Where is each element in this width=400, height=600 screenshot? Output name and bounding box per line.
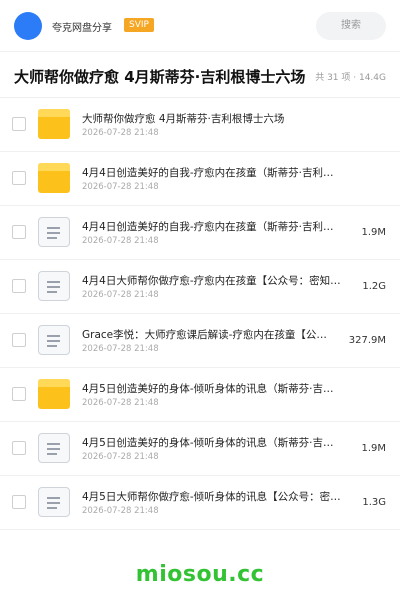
folder-icon xyxy=(38,379,70,409)
select-checkbox[interactable] xyxy=(12,171,26,185)
file-name[interactable]: Grace李悦：大师疗愈课后解读-疗愈内在孩童【公… xyxy=(82,327,350,342)
list-item[interactable]: 4月4日大师帮你做疗愈-疗愈内在孩童【公众号：密知… 2026-07-28 21:… xyxy=(0,260,400,314)
file-name[interactable]: 4月5日创造美好的身体-倾听身体的讯息（斯蒂芬·吉… xyxy=(82,435,350,450)
folder-icon xyxy=(38,163,70,193)
file-date: 2026-07-28 21:48 xyxy=(82,236,159,246)
file-date: 2026-07-28 21:48 xyxy=(82,290,159,300)
file-name[interactable]: 4月4日创造美好的自我-疗愈内在孩童（斯蒂芬·吉利… xyxy=(82,165,350,180)
file-date: 2026-07-28 21:48 xyxy=(82,398,159,408)
list-item[interactable]: 4月4日创造美好的自我-疗愈内在孩童（斯蒂芬·吉利… 2026-07-28 21:… xyxy=(0,152,400,206)
svip-badge: SVIP xyxy=(124,18,154,32)
select-checkbox[interactable] xyxy=(12,387,26,401)
file-size: 1.3G xyxy=(362,497,386,508)
list-item[interactable]: 4月5日大师帮你做疗愈-倾听身体的讯息【公众号：密… 2026-07-28 21:… xyxy=(0,476,400,530)
list-item[interactable]: 4月5日创造美好的身体-倾听身体的讯息（斯蒂芬·吉… 2026-07-28 21:… xyxy=(0,422,400,476)
select-checkbox[interactable] xyxy=(12,225,26,239)
document-icon xyxy=(38,271,70,301)
select-checkbox[interactable] xyxy=(12,279,26,293)
file-name[interactable]: 4月4日大师帮你做疗愈-疗愈内在孩童【公众号：密知… xyxy=(82,273,350,288)
list-item[interactable]: 4月4日创造美好的自我-疗愈内在孩童（斯蒂芬·吉利… 2026-07-28 21:… xyxy=(0,206,400,260)
avatar[interactable] xyxy=(14,12,42,40)
share-summary: 共 31 项 · 14.4G xyxy=(315,73,386,83)
file-date: 2026-07-28 21:48 xyxy=(82,182,159,192)
document-icon xyxy=(38,217,70,247)
file-date: 2026-07-28 21:48 xyxy=(82,344,159,354)
file-size: 1.2G xyxy=(362,281,386,292)
select-checkbox[interactable] xyxy=(12,441,26,455)
document-icon xyxy=(38,433,70,463)
top-bar: 夸克网盘分享 SVIP 搜索 xyxy=(0,0,400,52)
file-size: 1.9M xyxy=(361,227,386,238)
file-size: 327.9M xyxy=(348,335,386,346)
share-header: 大师帮你做疗愈 4月斯蒂芬·吉利根博士六场 共 31 项 · 14.4G xyxy=(0,52,400,98)
file-date: 2026-07-28 21:48 xyxy=(82,452,159,462)
file-name[interactable]: 4月5日创造美好的身体-倾听身体的讯息（斯蒂芬·吉… xyxy=(82,381,350,396)
select-checkbox[interactable] xyxy=(12,333,26,347)
document-icon xyxy=(38,325,70,355)
file-size: 1.9M xyxy=(361,443,386,454)
page-title: 大师帮你做疗愈 4月斯蒂芬·吉利根博士六场 xyxy=(14,68,306,86)
list-item[interactable]: 4月5日创造美好的身体-倾听身体的讯息（斯蒂芬·吉… 2026-07-28 21:… xyxy=(0,368,400,422)
search-button[interactable]: 搜索 xyxy=(316,12,386,40)
file-name[interactable]: 4月4日创造美好的自我-疗愈内在孩童（斯蒂芬·吉利… xyxy=(82,219,350,234)
file-date: 2026-07-28 21:48 xyxy=(82,128,159,138)
file-date: 2026-07-28 21:48 xyxy=(82,506,159,516)
watermark: miosou.cc xyxy=(135,562,265,587)
document-icon xyxy=(38,487,70,517)
list-item[interactable]: 大师帮你做疗愈 4月斯蒂芬·吉利根博士六场 2026-07-28 21:48 xyxy=(0,98,400,152)
file-list: 大师帮你做疗愈 4月斯蒂芬·吉利根博士六场 2026-07-28 21:48 4月4… xyxy=(0,98,400,530)
file-name[interactable]: 4月5日大师帮你做疗愈-倾听身体的讯息【公众号：密… xyxy=(82,489,350,504)
select-checkbox[interactable] xyxy=(12,117,26,131)
file-name[interactable]: 大师帮你做疗愈 4月斯蒂芬·吉利根博士六场 xyxy=(82,111,350,126)
user-name[interactable]: 夸克网盘分享 xyxy=(52,19,112,34)
list-item[interactable]: Grace李悦：大师疗愈课后解读-疗愈内在孩童【公… 2026-07-28 21:… xyxy=(0,314,400,368)
select-checkbox[interactable] xyxy=(12,495,26,509)
folder-icon xyxy=(38,109,70,139)
